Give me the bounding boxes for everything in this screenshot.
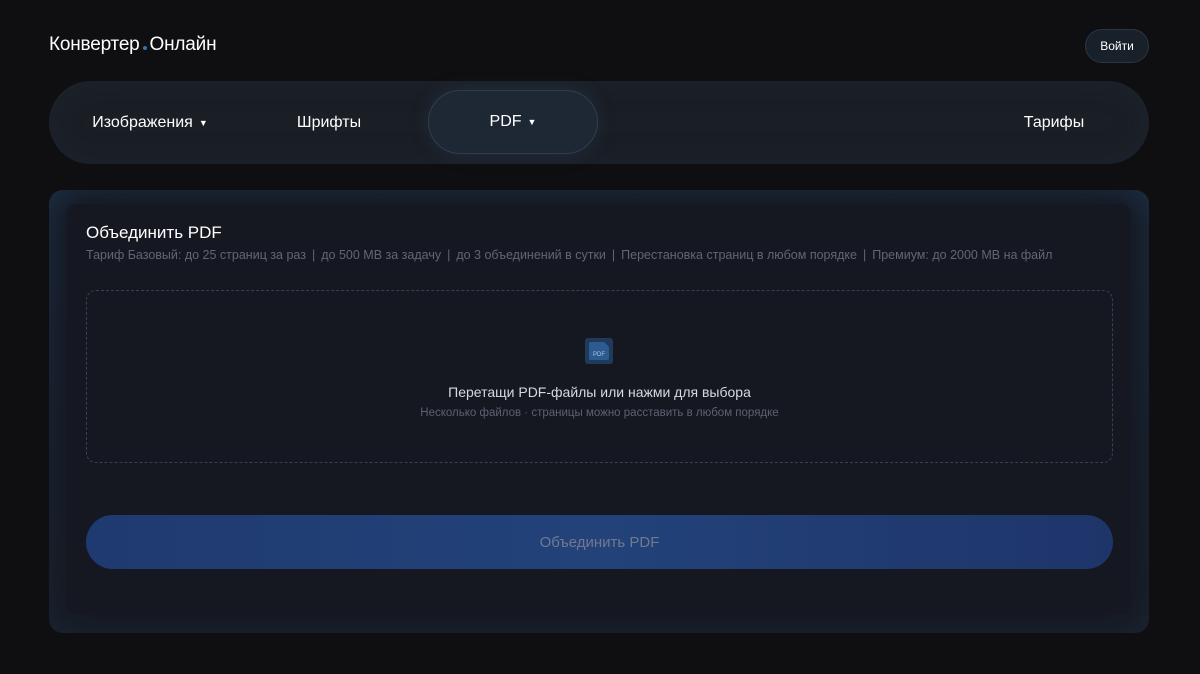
pdf-file-icon: PDF — [585, 338, 613, 364]
pdf-icon-label: PDF — [593, 352, 605, 358]
logo-text-right: Онлайн — [149, 34, 217, 55]
header: Конвертер Онлайн Войти — [0, 0, 1200, 82]
limit-item: Тариф Базовый: до 25 страниц за раз — [86, 248, 306, 262]
dropzone-main-text: Перетащи PDF-файлы или нажми для выбора — [448, 384, 751, 400]
caret-down-icon: ▼ — [527, 117, 537, 127]
limit-item: до 3 объединений в сутки — [456, 248, 606, 262]
main-nav: Изображения ▼ Шрифты PDF ▼ Тарифы — [49, 81, 1149, 164]
login-button[interactable]: Войти — [1085, 29, 1149, 63]
nav-item-images[interactable]: Изображения ▼ — [66, 81, 234, 164]
nav-item-label: Изображения — [92, 113, 193, 131]
nav-item-label: Шрифты — [296, 113, 362, 131]
limit-item: Перестановка страниц в любом порядке — [621, 248, 857, 262]
nav-item-pdf[interactable]: PDF ▼ — [428, 90, 598, 154]
caret-down-icon: ▼ — [198, 117, 208, 128]
merge-pdf-button[interactable]: Объединить PDF — [86, 515, 1113, 569]
merge-pdf-card: Объединить PDF Тариф Базовый: до 25 стра… — [49, 190, 1149, 633]
page: Конвертер Онлайн Войти Изображения ▼ Шри… — [0, 0, 1200, 674]
logo[interactable]: Конвертер Онлайн — [49, 34, 217, 56]
limit-item: Премиум: до 2000 МВ на файл — [872, 248, 1053, 262]
nav-item-fonts[interactable]: Шрифты — [244, 81, 414, 164]
separator: | — [447, 248, 451, 262]
separator: | — [611, 248, 616, 262]
nav-item-tariffs[interactable]: Тарифы — [979, 81, 1129, 164]
logo-text-left: Конвертер — [49, 34, 140, 55]
plan-limits: Тариф Базовый: до 25 страниц за раз | до 5… — [86, 248, 1052, 262]
card-title: Объединить PDF — [86, 223, 222, 242]
dropzone-hint-text: Несколько файлов · страницы можно расста… — [420, 407, 779, 419]
file-dropzone[interactable]: PDF Перетащи PDF-файлы или нажми для выб… — [86, 290, 1113, 463]
pdf-doc-shape: PDF — [589, 342, 609, 360]
nav-item-label: Тарифы — [1023, 113, 1085, 131]
nav-item-label: PDF — [489, 113, 522, 130]
logo-dot-icon — [142, 46, 147, 50]
separator: | — [862, 248, 867, 262]
limit-item: до 500 МВ за задачу — [321, 248, 442, 262]
separator: | — [311, 248, 316, 262]
